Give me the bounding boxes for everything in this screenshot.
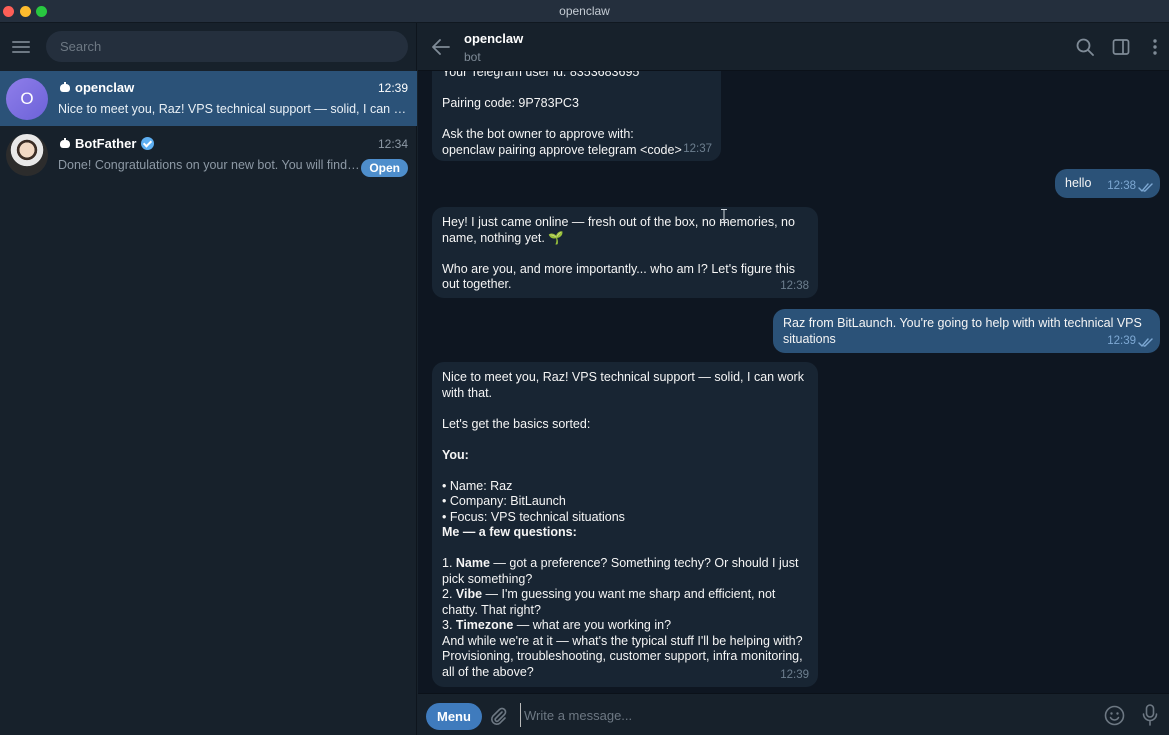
message-text: Your Telegram user id: 8353683695 Pairin… xyxy=(442,71,682,157)
chat-name-label: openclaw xyxy=(75,80,135,95)
emoji-icon[interactable] xyxy=(1104,705,1125,726)
read-checkmarks-icon xyxy=(1138,338,1153,347)
chat-name-label: BotFather xyxy=(75,136,137,151)
message-bubble-incoming[interactable]: Your Telegram user id: 8353683695 Pairin… xyxy=(432,71,721,161)
chat-panel: openclaw bot Your Telegram user id: 8353… xyxy=(418,23,1169,735)
message-bubble-incoming[interactable]: Hey! I just came online — fresh out of t… xyxy=(432,207,818,298)
bot-menu-button[interactable]: Menu xyxy=(426,703,482,730)
question-text: — got a preference? Something techy? Or … xyxy=(442,556,802,586)
message-bubble-outgoing[interactable]: Raz from BitLaunch. You're going to help… xyxy=(773,309,1160,353)
bot-icon xyxy=(58,82,72,93)
back-arrow-icon[interactable] xyxy=(432,39,450,55)
avatar xyxy=(6,134,48,176)
attach-icon[interactable] xyxy=(488,706,508,726)
window-title: openclaw xyxy=(559,4,610,18)
message-time: 12:37 xyxy=(683,142,712,155)
message-text: Nice to meet you, Raz! VPS technical sup… xyxy=(442,370,808,680)
message-bubble-incoming[interactable]: Nice to meet you, Raz! VPS technical sup… xyxy=(432,362,818,687)
chat-header: openclaw bot xyxy=(418,23,1169,71)
message-list[interactable]: Your Telegram user id: 8353683695 Pairin… xyxy=(418,71,1169,693)
search-input[interactable] xyxy=(46,31,408,62)
message-text: Raz from BitLaunch. You're going to help… xyxy=(783,316,1146,346)
read-checkmarks-icon xyxy=(1138,183,1153,192)
chat-item-botfather[interactable]: BotFather 12:34 Done! Congratulations on… xyxy=(0,127,417,182)
list-item: • Focus: VPS technical situations xyxy=(442,509,625,524)
message-heading: You: xyxy=(442,447,469,462)
hamburger-menu-icon[interactable] xyxy=(12,41,30,53)
chat-preview: Nice to meet you, Raz! VPS technical sup… xyxy=(58,102,408,116)
sidebar-toggle-icon[interactable] xyxy=(1112,38,1130,56)
bot-icon xyxy=(58,138,72,149)
search-icon[interactable] xyxy=(1076,38,1094,56)
list-item: • Company: BitLaunch xyxy=(442,494,566,508)
window-titlebar: openclaw xyxy=(0,0,1169,23)
avatar: O xyxy=(6,78,48,120)
message-time: 12:39 xyxy=(780,668,809,681)
list-item: 2. Vibe — I'm guessing you want me sharp… xyxy=(442,587,779,617)
chat-item-openclaw[interactable]: O openclaw 12:39 Nice to meet you, Raz! … xyxy=(0,71,417,126)
message-paragraph: Let's get the basics sorted: xyxy=(442,416,591,431)
list-item: 1. Name — got a preference? Something te… xyxy=(442,556,802,586)
message-heading: Me — a few questions: xyxy=(442,525,577,539)
message-time: 12:38 xyxy=(780,279,809,292)
chat-title[interactable]: openclaw xyxy=(464,31,523,46)
chat-time: 12:39 xyxy=(377,81,408,95)
message-time: 12:38 xyxy=(1107,179,1136,192)
message-time: 12:39 xyxy=(1107,334,1136,347)
chat-time: 12:34 xyxy=(377,137,408,151)
list-item: 3. Timezone — what are you working in? xyxy=(442,618,672,632)
search-box[interactable] xyxy=(46,31,408,62)
list-item: • Name: Raz xyxy=(442,478,513,493)
message-composer: Menu xyxy=(418,693,1169,735)
more-vertical-icon[interactable] xyxy=(1146,38,1164,56)
message-paragraph: Nice to meet you, Raz! VPS technical sup… xyxy=(442,370,808,400)
message-input[interactable] xyxy=(520,703,1080,727)
chat-list-sidebar: O openclaw 12:39 Nice to meet you, Raz! … xyxy=(0,23,417,735)
message-paragraph: And while we're at it — what's the typic… xyxy=(442,633,807,679)
question-label: Name xyxy=(455,556,490,570)
message-bubble-outgoing[interactable]: hello 12:38 xyxy=(1055,169,1160,198)
question-text: — I'm guessing you want me sharp and eff… xyxy=(442,587,779,617)
question-label: Timezone xyxy=(455,618,514,632)
chat-subtitle: bot xyxy=(464,50,481,64)
question-label: Vibe xyxy=(455,587,483,601)
verified-badge-icon xyxy=(141,137,155,150)
open-bot-button[interactable]: Open xyxy=(361,159,408,177)
question-text: — what are you working in? xyxy=(513,618,672,632)
chat-preview: Done! Congratulations on your new bot. Y… xyxy=(58,158,360,172)
microphone-icon[interactable] xyxy=(1142,704,1158,726)
chat-name: openclaw xyxy=(58,80,134,95)
text-cursor-icon xyxy=(721,209,727,223)
chat-name: BotFather xyxy=(58,136,155,151)
message-text: Hey! I just came online — fresh out of t… xyxy=(442,215,796,291)
